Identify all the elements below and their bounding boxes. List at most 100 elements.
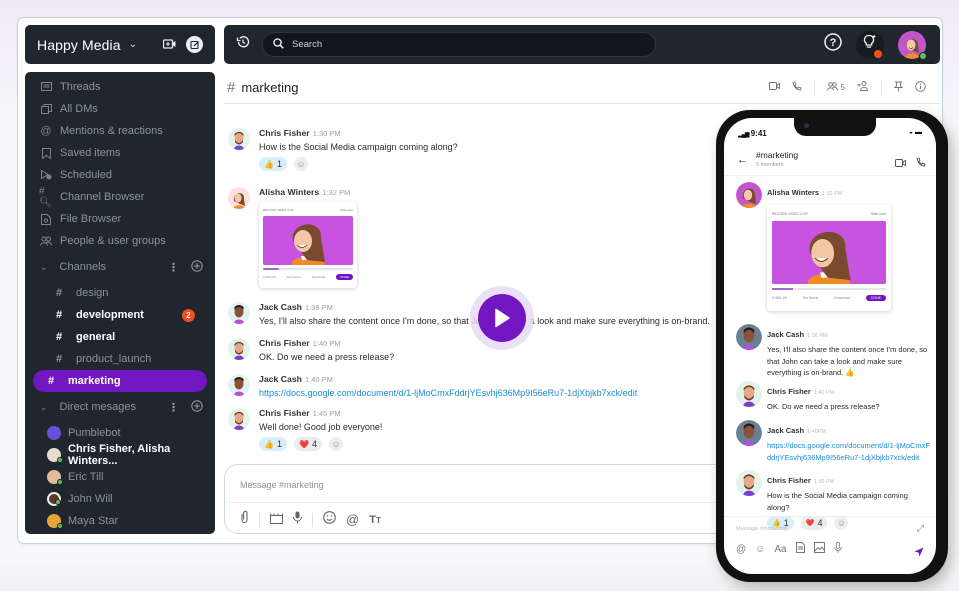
text-format-icon[interactable]: TT: [369, 514, 381, 526]
reaction-thumbs-up[interactable]: 👍 1: [259, 437, 287, 451]
microphone-icon[interactable]: [833, 542, 842, 556]
set-thumbnail-button[interactable]: Set thumb: [803, 296, 819, 300]
sidebar-item-mentions[interactable]: @ Mentions & reactions: [25, 120, 215, 142]
chevron-down-icon[interactable]: ⌄: [40, 402, 48, 413]
video-clip-attachment[interactable]: RECORD VIDEO CLIP Start over 0:45/1:09 Se…: [767, 205, 891, 311]
start-over-button[interactable]: Start over: [871, 212, 886, 216]
info-icon[interactable]: [915, 80, 926, 94]
message-author[interactable]: Jack Cash: [767, 426, 804, 435]
sidebar-dm-pumblebot[interactable]: Pumblebot: [25, 422, 215, 444]
sidebar-item-threads[interactable]: Threads: [25, 76, 215, 98]
message-author[interactable]: Chris Fisher: [259, 128, 310, 138]
sidebar-item-all-dms[interactable]: All DMs: [25, 98, 215, 120]
add-reaction-icon[interactable]: ☺: [328, 437, 343, 451]
clip-progress-fill: [263, 268, 280, 270]
attach-icon[interactable]: [240, 510, 249, 529]
pin-icon[interactable]: [893, 81, 904, 94]
message-author[interactable]: Jack Cash: [767, 330, 804, 339]
message-composer[interactable]: Message #marketing @ TT: [224, 464, 744, 534]
channels-section-header[interactable]: ⌄ Channels ⋮: [25, 256, 215, 278]
message-author[interactable]: Jack Cash: [259, 302, 302, 312]
sidebar-dm-john-will[interactable]: John Will: [25, 488, 215, 510]
more-options-icon[interactable]: ⋮: [168, 261, 179, 274]
back-arrow-icon[interactable]: ←: [737, 154, 748, 166]
phone-call-icon[interactable]: [791, 81, 802, 93]
sidebar-dm-eric-till[interactable]: Eric Till: [25, 466, 215, 488]
message-input[interactable]: Message #marketing: [240, 480, 324, 490]
add-dm-icon[interactable]: [191, 399, 203, 415]
sidebar-item-saved[interactable]: Saved items: [25, 142, 215, 164]
sidebar-dm-maya-star[interactable]: Maya Star: [25, 510, 215, 532]
clip-progress-bar[interactable]: [263, 268, 353, 270]
video-preview[interactable]: [263, 216, 353, 265]
download-button[interactable]: Download: [834, 296, 850, 300]
message-author[interactable]: Alisha Winters: [767, 188, 819, 197]
done-button[interactable]: DONE: [336, 274, 353, 280]
video-clip-icon[interactable]: [270, 511, 283, 529]
sidebar-channel-marketing[interactable]: # marketing: [33, 370, 207, 392]
emoji-icon[interactable]: ☺: [755, 544, 765, 555]
phone-composer[interactable]: Message #marketing ⤢ @ ☺ Aa: [724, 516, 936, 574]
chevron-down-icon[interactable]: ⌄: [129, 39, 137, 50]
reaction-heart[interactable]: ❤️ 4: [293, 437, 322, 451]
chevron-down-icon[interactable]: ⌄: [40, 262, 48, 273]
members-button[interactable]: 5: [826, 81, 845, 93]
online-indicator: [57, 523, 63, 529]
phone-call-icon[interactable]: [916, 154, 926, 172]
sidebar-item-channel-browser[interactable]: #🔍︎ Channel Browser: [25, 186, 215, 208]
play-video-button[interactable]: [470, 286, 534, 350]
sidebar-item-scheduled[interactable]: Scheduled: [25, 164, 215, 186]
add-reaction-icon[interactable]: ☺: [293, 157, 308, 171]
mention-icon[interactable]: @: [346, 512, 359, 527]
sidebar-item-label: Mentions & reactions: [60, 125, 163, 137]
sidebar-dm-group[interactable]: Chris Fisher, Alisha Winters...: [25, 443, 215, 467]
video-clip-attachment[interactable]: RECORD VIDEO CLIP Start over 0:45/1:09 Se…: [259, 202, 357, 288]
video-preview[interactable]: [772, 221, 886, 284]
dms-section-header[interactable]: ⌄ Direct mesages ⋮: [25, 396, 215, 418]
add-member-icon[interactable]: [857, 81, 869, 93]
file-icon[interactable]: [795, 542, 805, 556]
user-avatar[interactable]: [898, 30, 927, 60]
start-over-button[interactable]: Start over: [340, 208, 353, 212]
sidebar-item-file-browser[interactable]: File Browser: [25, 208, 215, 230]
sidebar-channel-development[interactable]: # development 2: [33, 304, 207, 326]
sidebar-channel-design[interactable]: # design: [33, 282, 207, 304]
compose-icon[interactable]: [186, 36, 203, 53]
sidebar-item-people[interactable]: People & user groups: [25, 230, 215, 252]
clip-title: RECORD VIDEO CLIP: [772, 212, 808, 216]
message-time: 1:38 PM: [304, 303, 333, 312]
whats-new-button[interactable]: [856, 30, 884, 59]
reaction-thumbs-up[interactable]: 👍 1: [259, 157, 287, 171]
message-link[interactable]: https://docs.google.com/document/d/1-ljM…: [767, 440, 932, 463]
message-author[interactable]: Chris Fisher: [767, 387, 811, 396]
download-button[interactable]: Download: [312, 275, 325, 279]
mention-icon[interactable]: @: [736, 544, 746, 555]
emoji-icon[interactable]: [323, 510, 336, 529]
video-call-icon[interactable]: [895, 154, 906, 172]
microphone-icon[interactable]: [293, 511, 302, 529]
text-format-icon[interactable]: Aa: [774, 544, 786, 555]
message-author[interactable]: Jack Cash: [259, 374, 302, 384]
add-channel-icon[interactable]: [191, 259, 203, 275]
video-call-icon[interactable]: [768, 82, 780, 92]
sidebar-channel-product-launch[interactable]: # product_launch: [33, 348, 207, 370]
video-meeting-icon[interactable]: [162, 36, 176, 54]
workspace-header[interactable]: Happy Media ⌄: [25, 25, 215, 64]
sidebar-channel-general[interactable]: # general: [33, 326, 207, 348]
done-button[interactable]: DONE: [865, 295, 886, 301]
send-icon[interactable]: [914, 544, 924, 562]
search-input[interactable]: Search: [262, 32, 656, 57]
history-icon[interactable]: [236, 35, 250, 54]
message-author[interactable]: Chris Fisher: [767, 476, 811, 485]
message-author[interactable]: Chris Fisher: [259, 408, 310, 418]
more-options-icon[interactable]: ⋮: [168, 401, 179, 414]
set-thumbnail-button[interactable]: Set thumb: [287, 275, 301, 279]
message-link[interactable]: https://docs.google.com/document/d/1-ljM…: [259, 388, 637, 398]
clip-progress-bar[interactable]: [772, 288, 886, 290]
expand-icon[interactable]: ⤢: [917, 523, 924, 534]
image-icon[interactable]: [813, 542, 825, 556]
message-author[interactable]: Alisha Winters: [259, 187, 319, 197]
message-input[interactable]: Message #marketing: [736, 526, 787, 532]
message-author[interactable]: Chris Fisher: [259, 338, 310, 348]
help-icon[interactable]: ?: [824, 33, 842, 56]
